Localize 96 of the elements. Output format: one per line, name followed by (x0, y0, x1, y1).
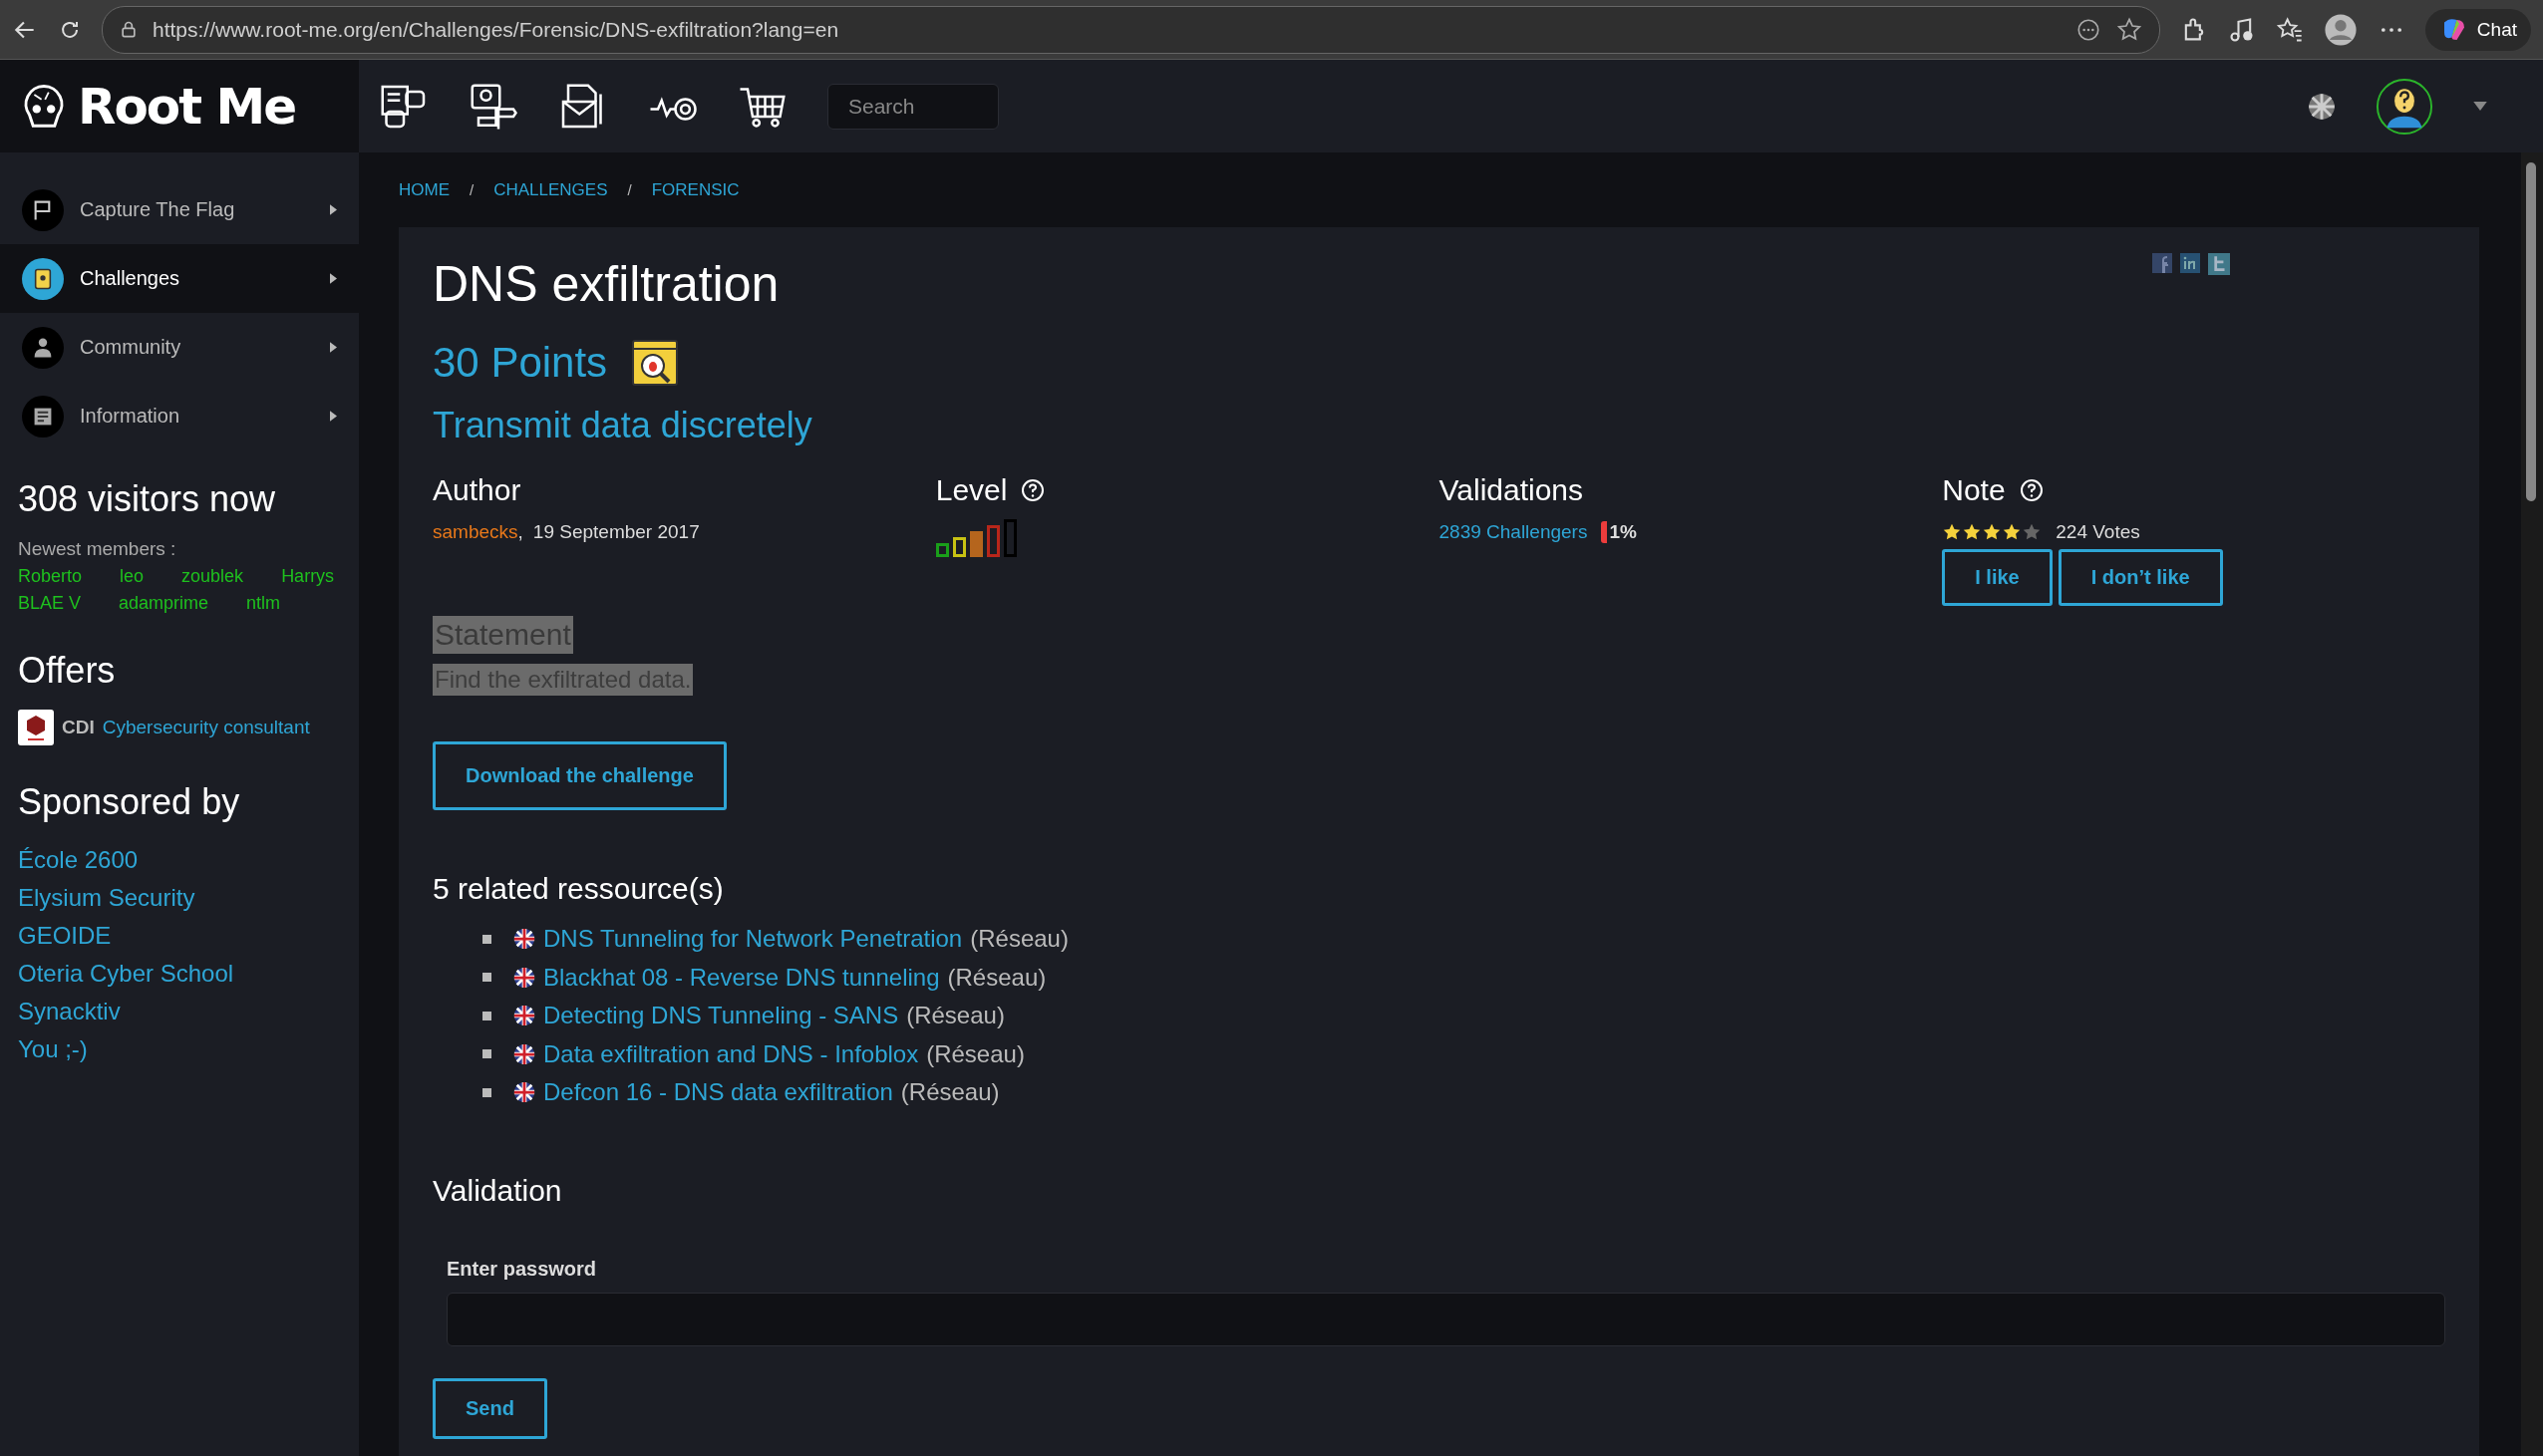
uk-flag-icon (513, 1081, 535, 1104)
sponsor-link[interactable]: École 2600 (18, 841, 341, 879)
resource-link[interactable]: Data exfiltration and DNS - Infoblox (543, 1034, 919, 1073)
percent-label: 1% (1601, 521, 1637, 543)
sponsor-link[interactable]: Oteria Cyber School (18, 955, 341, 993)
send-button[interactable]: Send (433, 1377, 547, 1439)
member-link[interactable]: leo (120, 566, 145, 587)
sponsor-link[interactable]: GEOIDE (18, 917, 341, 955)
breadcrumb-link[interactable]: HOME (399, 179, 450, 200)
download-challenge-button[interactable]: Download the challenge (433, 741, 727, 810)
author-heading: Author (433, 473, 522, 507)
member-link[interactable]: ntlm (246, 593, 281, 614)
publish-date: 19 September 2017 (532, 521, 700, 543)
offers-heading: Offers (18, 650, 117, 692)
company-logo-icon (18, 710, 54, 745)
breadcrumb-separator: / (470, 181, 475, 198)
chevron-right-icon (330, 342, 337, 353)
uk-flag-icon (513, 966, 535, 989)
dropdown-caret-icon[interactable] (2473, 102, 2487, 111)
sponsor-link[interactable]: You ;-) (18, 1030, 341, 1068)
lock-icon (119, 19, 139, 40)
member-link[interactable]: zoublek (181, 566, 244, 587)
scrollbar[interactable] (2521, 152, 2543, 1456)
search-field[interactable]: Search (827, 83, 999, 130)
uk-flag-icon[interactable] (2308, 92, 2336, 121)
menu-item-icon (22, 395, 64, 437)
facebook-icon[interactable] (2152, 253, 2172, 273)
bug-magnifier-icon (631, 339, 680, 387)
author-link[interactable]: sambecks (433, 521, 518, 543)
help-icon[interactable] (1021, 478, 1046, 502)
address-bar[interactable]: https://www.root-me.org/en/Challenges/Forensic/DNS-exfiltration?lang=en (102, 5, 2160, 54)
sidebar-item[interactable]: Challenges (0, 244, 359, 313)
chevron-right-icon (330, 411, 337, 422)
uk-flag-icon (513, 1005, 535, 1027)
more-options-icon[interactable] (2074, 16, 2101, 43)
level-heading: Level (935, 473, 1008, 507)
password-field[interactable] (447, 1292, 2445, 1346)
points-label: 30 Points (433, 339, 608, 387)
resource-category: (Réseau) (970, 924, 1069, 954)
votes-count: 224 Votes (2056, 521, 2140, 543)
menu-item-icon (22, 188, 64, 231)
resources-heading: 5 related ressource(s) (433, 872, 725, 906)
chat-button[interactable]: Chat (2424, 8, 2531, 51)
breadcrumb-link[interactable]: FORENSIC (651, 179, 740, 200)
resource-link[interactable]: Defcon 16 - DNS data exfiltration (543, 1073, 893, 1112)
list-bullet (482, 934, 491, 944)
challenge-title: DNS exfiltration (433, 255, 780, 313)
vote-button[interactable]: I don’t like (2058, 549, 2223, 606)
root-me-logo[interactable]: Root Me (0, 60, 359, 152)
profile-icon[interactable] (2323, 12, 2358, 47)
offer-link[interactable]: Cybersecurity consultant (102, 717, 310, 738)
vote-button[interactable]: I like (1942, 549, 2053, 606)
list-bullet (482, 1011, 491, 1020)
member-link[interactable]: BLAE V (18, 593, 82, 614)
chevron-right-icon (330, 273, 337, 284)
resource-category: (Réseau) (926, 1038, 1025, 1069)
challenge-subtitle: Transmit data discretely (433, 405, 813, 446)
resource-category: (Réseau) (906, 1001, 1005, 1030)
help-icon[interactable] (2019, 478, 2044, 502)
resource-category: (Réseau) (947, 962, 1047, 993)
menu-item-icon (22, 257, 64, 300)
menu-item-icon (22, 326, 64, 369)
uk-flag-icon (513, 1042, 535, 1065)
breadcrumb-link[interactable]: CHALLENGES (493, 179, 608, 200)
password-label: Enter password (447, 1257, 598, 1281)
resource-category: (Réseau) (900, 1077, 1000, 1107)
member-link[interactable]: Roberto (18, 566, 83, 587)
list-bullet (482, 1049, 491, 1059)
member-link[interactable]: adamprime (119, 593, 209, 614)
breadcrumb-separator: / (627, 181, 632, 198)
resource-link[interactable]: Blackhat 08 - Reverse DNS tunneling (543, 958, 940, 997)
note-heading: Note (1942, 473, 2006, 507)
challengers-link[interactable]: 2839 Challengers (1438, 521, 1588, 543)
validations-heading: Validations (1438, 473, 1585, 507)
resource-link[interactable]: DNS Tunneling for Network Penetration (543, 920, 963, 959)
chevron-right-icon (330, 204, 337, 215)
offer-type: CDI (62, 717, 95, 738)
sidebar-item[interactable]: Information (0, 382, 359, 450)
sidebar-item[interactable]: Capture The Flag (0, 175, 359, 244)
sidebar-item[interactable]: Community (0, 313, 359, 382)
uk-flag-icon (513, 928, 535, 951)
favorites-icon[interactable] (2275, 15, 2304, 44)
linkedin-icon[interactable] (2180, 253, 2200, 273)
sponsors-heading: Sponsored by (18, 781, 241, 823)
resource-link[interactable]: Detecting DNS Tunneling - SANS (543, 997, 899, 1035)
url-text: https://www.root-me.org/en/Challenges/Forensic/DNS-exfiltration?lang=en (153, 17, 839, 42)
newest-members-label: Newest members : (18, 538, 177, 560)
sponsor-link[interactable]: Synacktiv (18, 993, 341, 1030)
comma: , (517, 521, 523, 543)
member-link[interactable]: Harrys (281, 566, 335, 587)
validation-heading: Validation (433, 1173, 563, 1208)
list-bullet (482, 1087, 491, 1097)
sponsor-link[interactable]: Elysium Security (18, 879, 341, 917)
visitors-heading: 308 visitors now (18, 478, 277, 520)
user-avatar-icon[interactable] (2376, 77, 2433, 136)
list-bullet (482, 973, 491, 983)
